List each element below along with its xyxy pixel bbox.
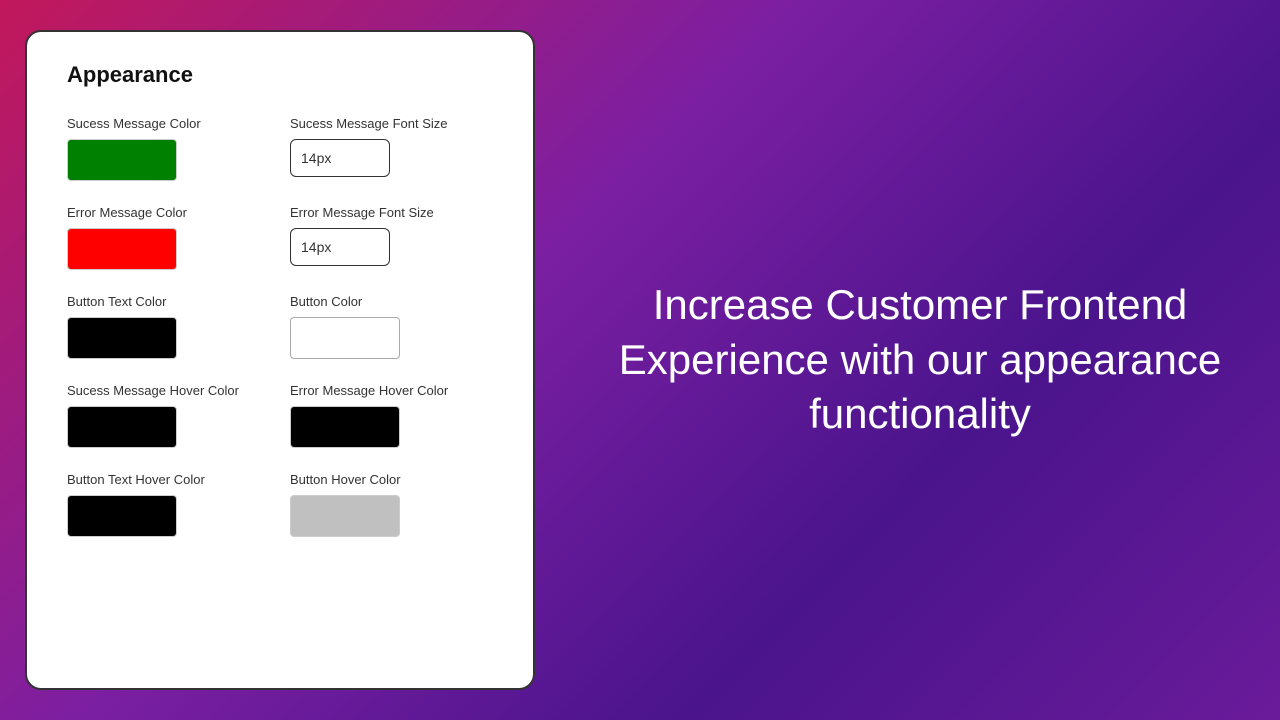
button-text-color-swatch[interactable] [67, 317, 177, 359]
success-message-hover-color-swatch[interactable] [67, 406, 177, 448]
card-title: Appearance [67, 62, 493, 88]
button-hover-color-label: Button Hover Color [290, 472, 493, 487]
button-text-hover-color-label: Button Text Hover Color [67, 472, 270, 487]
error-message-hover-color-group: Error Message Hover Color [290, 383, 493, 448]
error-message-color-label: Error Message Color [67, 205, 270, 220]
button-color-swatch[interactable] [290, 317, 400, 359]
button-text-color-label: Button Text Color [67, 294, 270, 309]
button-text-hover-color-swatch[interactable] [67, 495, 177, 537]
tagline: Increase Customer Frontend Experience wi… [619, 278, 1221, 442]
button-color-group: Button Color [290, 294, 493, 359]
button-text-color-group: Button Text Color [67, 294, 270, 359]
left-panel: Appearance Sucess Message Color Sucess M… [0, 0, 560, 720]
button-hover-color-swatch[interactable] [290, 495, 400, 537]
success-message-color-group: Sucess Message Color [67, 116, 270, 181]
error-message-font-size-group: Error Message Font Size [290, 205, 493, 270]
button-text-hover-color-group: Button Text Hover Color [67, 472, 270, 537]
tagline-line3: functionality [809, 390, 1031, 437]
error-message-color-group: Error Message Color [67, 205, 270, 270]
success-message-font-size-group: Sucess Message Font Size [290, 116, 493, 181]
success-message-font-size-label: Sucess Message Font Size [290, 116, 493, 131]
button-color-label: Button Color [290, 294, 493, 309]
success-message-hover-color-group: Sucess Message Hover Color [67, 383, 270, 448]
error-message-font-size-input[interactable] [290, 228, 390, 266]
success-message-color-swatch[interactable] [67, 139, 177, 181]
error-message-color-swatch[interactable] [67, 228, 177, 270]
error-message-hover-color-label: Error Message Hover Color [290, 383, 493, 398]
error-message-hover-color-swatch[interactable] [290, 406, 400, 448]
right-panel: Increase Customer Frontend Experience wi… [560, 0, 1280, 720]
tagline-line1: Increase Customer Frontend [653, 281, 1188, 328]
fields-grid: Sucess Message Color Sucess Message Font… [67, 116, 493, 537]
error-message-font-size-label: Error Message Font Size [290, 205, 493, 220]
button-hover-color-group: Button Hover Color [290, 472, 493, 537]
success-message-font-size-input[interactable] [290, 139, 390, 177]
tagline-line2: Experience with our appearance [619, 336, 1221, 383]
appearance-card: Appearance Sucess Message Color Sucess M… [25, 30, 535, 690]
success-message-hover-color-label: Sucess Message Hover Color [67, 383, 270, 398]
success-message-color-label: Sucess Message Color [67, 116, 270, 131]
